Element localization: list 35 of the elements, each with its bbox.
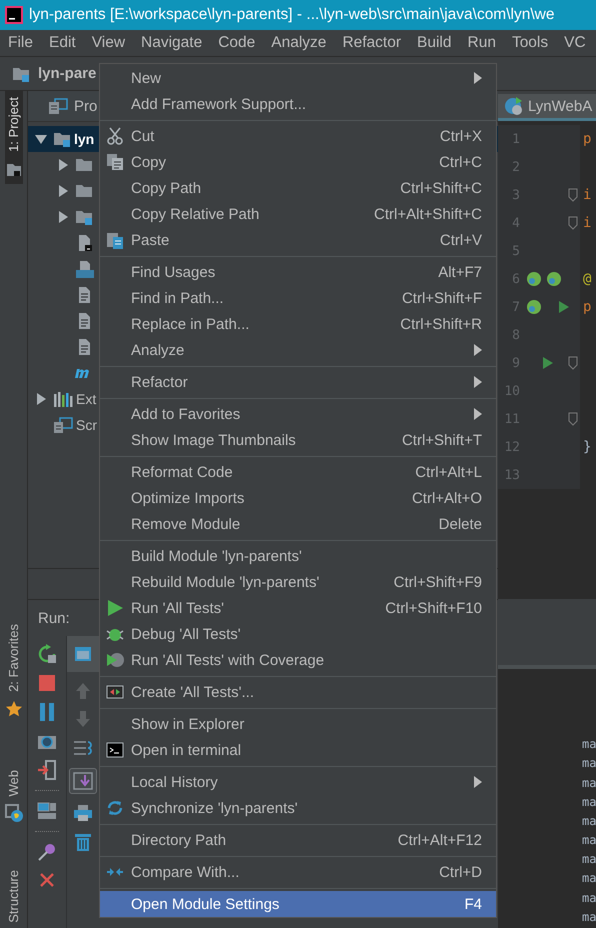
console-line: ma <box>582 852 596 868</box>
code-text: i <box>583 187 592 203</box>
shortcut-label: Ctrl+Shift+T <box>402 432 482 448</box>
shortcut-label: Ctrl+Alt+Shift+C <box>374 206 482 222</box>
console-line: ma <box>582 794 596 811</box>
console-line: ma <box>582 871 596 888</box>
window-title: lyn-parents [E:\workspace\lyn-parents] - ...\lyn-web\src\main\java\com\lyn\we <box>29 6 554 24</box>
console-line: ma <box>582 910 596 926</box>
shortcut-label: Ctrl+C <box>439 154 482 170</box>
shortcut-label: Ctrl+Shift+F10 <box>385 600 482 616</box>
shortcut-label: Delete <box>438 516 482 532</box>
code-text: @ <box>583 271 592 287</box>
console-line: ma <box>582 776 596 792</box>
shortcut-label: Alt+F7 <box>438 264 482 280</box>
console-line: ma <box>582 890 596 907</box>
run-panel-title: Run: <box>38 610 70 627</box>
console-line: ma <box>582 737 596 754</box>
code-text: p <box>583 131 592 147</box>
shortcut-label: Ctrl+X <box>440 128 482 144</box>
shortcut-label: Ctrl+Shift+F9 <box>394 574 482 590</box>
shortcut-label: Ctrl+Alt+L <box>415 464 482 480</box>
shortcut-label: Ctrl+Shift+R <box>400 316 482 332</box>
shortcut-label: Ctrl+Shift+C <box>400 180 482 196</box>
code-text: i <box>583 215 592 231</box>
shortcut-label: F4 <box>464 896 482 912</box>
shortcut-label: Ctrl+Alt+O <box>412 490 482 506</box>
shortcut-label: Ctrl+Shift+F <box>402 290 482 306</box>
console-line: ma <box>582 814 596 830</box>
shortcut-label: Ctrl+Alt+F12 <box>398 832 482 848</box>
code-text: p <box>583 299 592 315</box>
code-text: } <box>583 439 592 455</box>
shortcut-label: Ctrl+D <box>439 864 482 880</box>
console-line: ma <box>582 833 596 850</box>
console-line: ma <box>582 756 596 772</box>
shortcut-label: Ctrl+V <box>440 232 482 248</box>
